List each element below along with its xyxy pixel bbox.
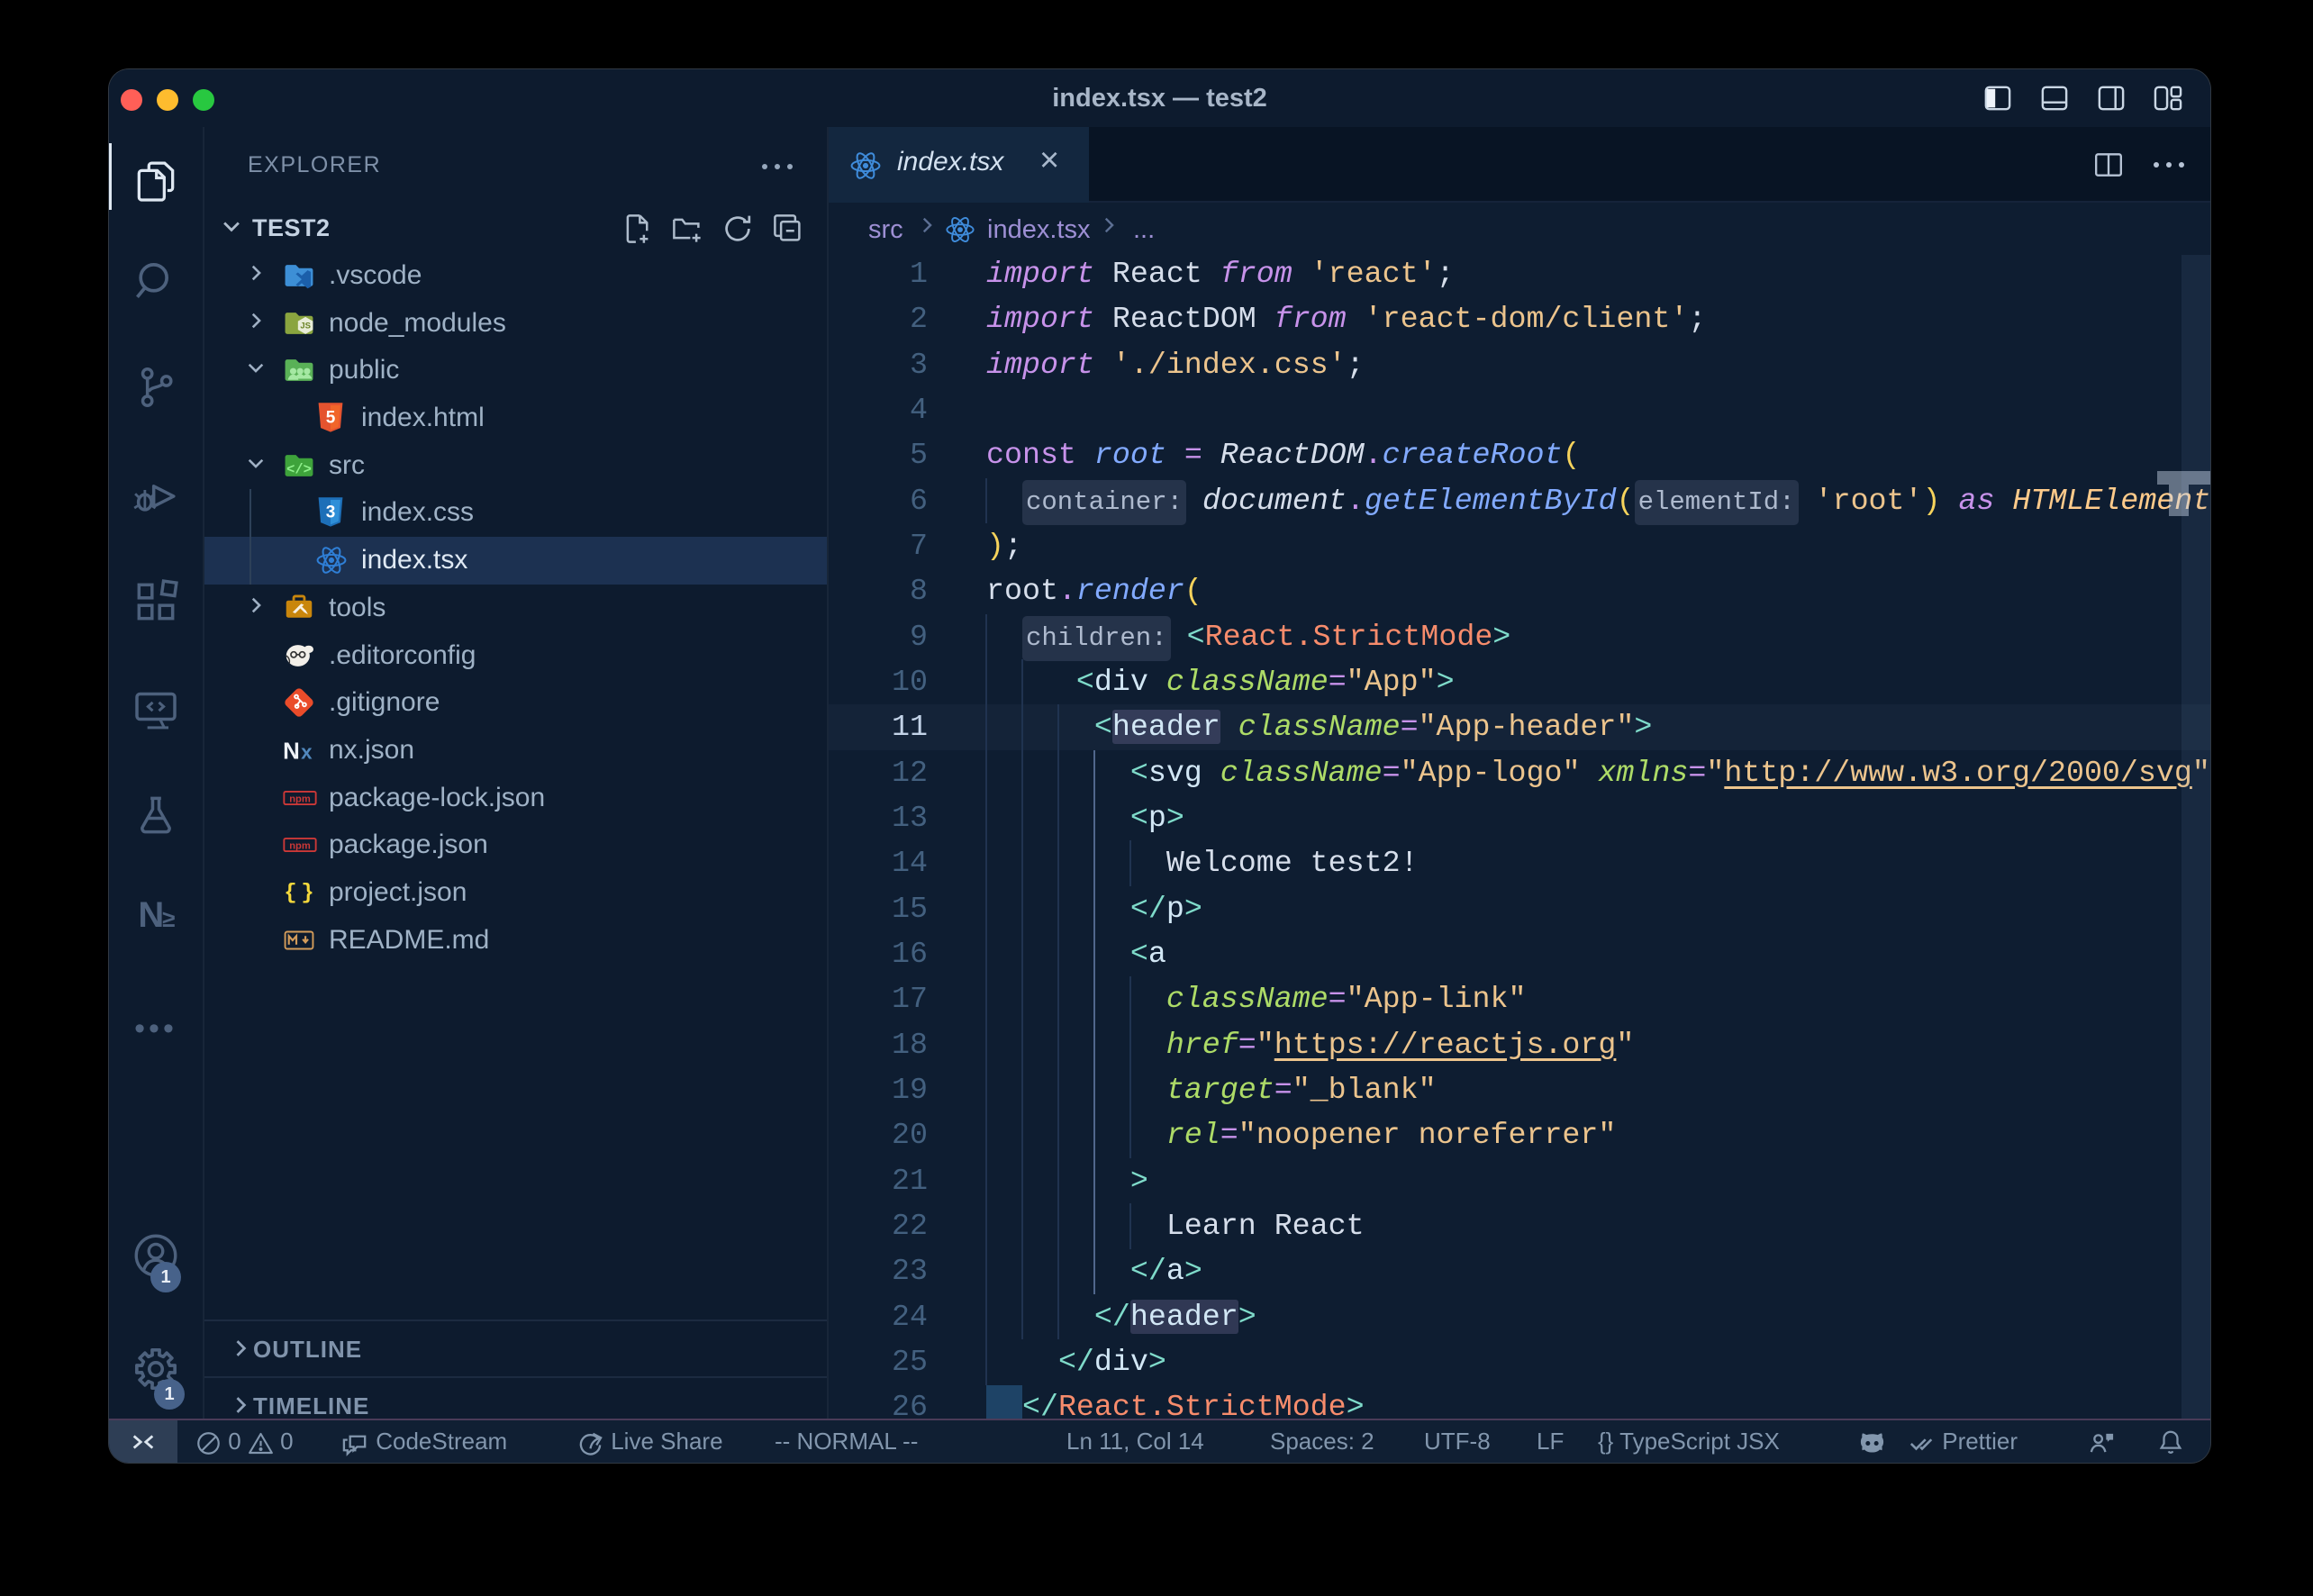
svg-text:{ }: { } [284, 881, 313, 905]
svg-text:JS: JS [300, 321, 311, 331]
svg-text:5: 5 [326, 409, 336, 428]
svg-text:npm: npm [289, 841, 311, 852]
svg-text:</>: </> [286, 461, 312, 477]
svg-text:N: N [283, 739, 300, 764]
svg-text:npm: npm [289, 793, 311, 804]
svg-text:3: 3 [326, 503, 336, 522]
svg-text:x: x [301, 740, 313, 763]
